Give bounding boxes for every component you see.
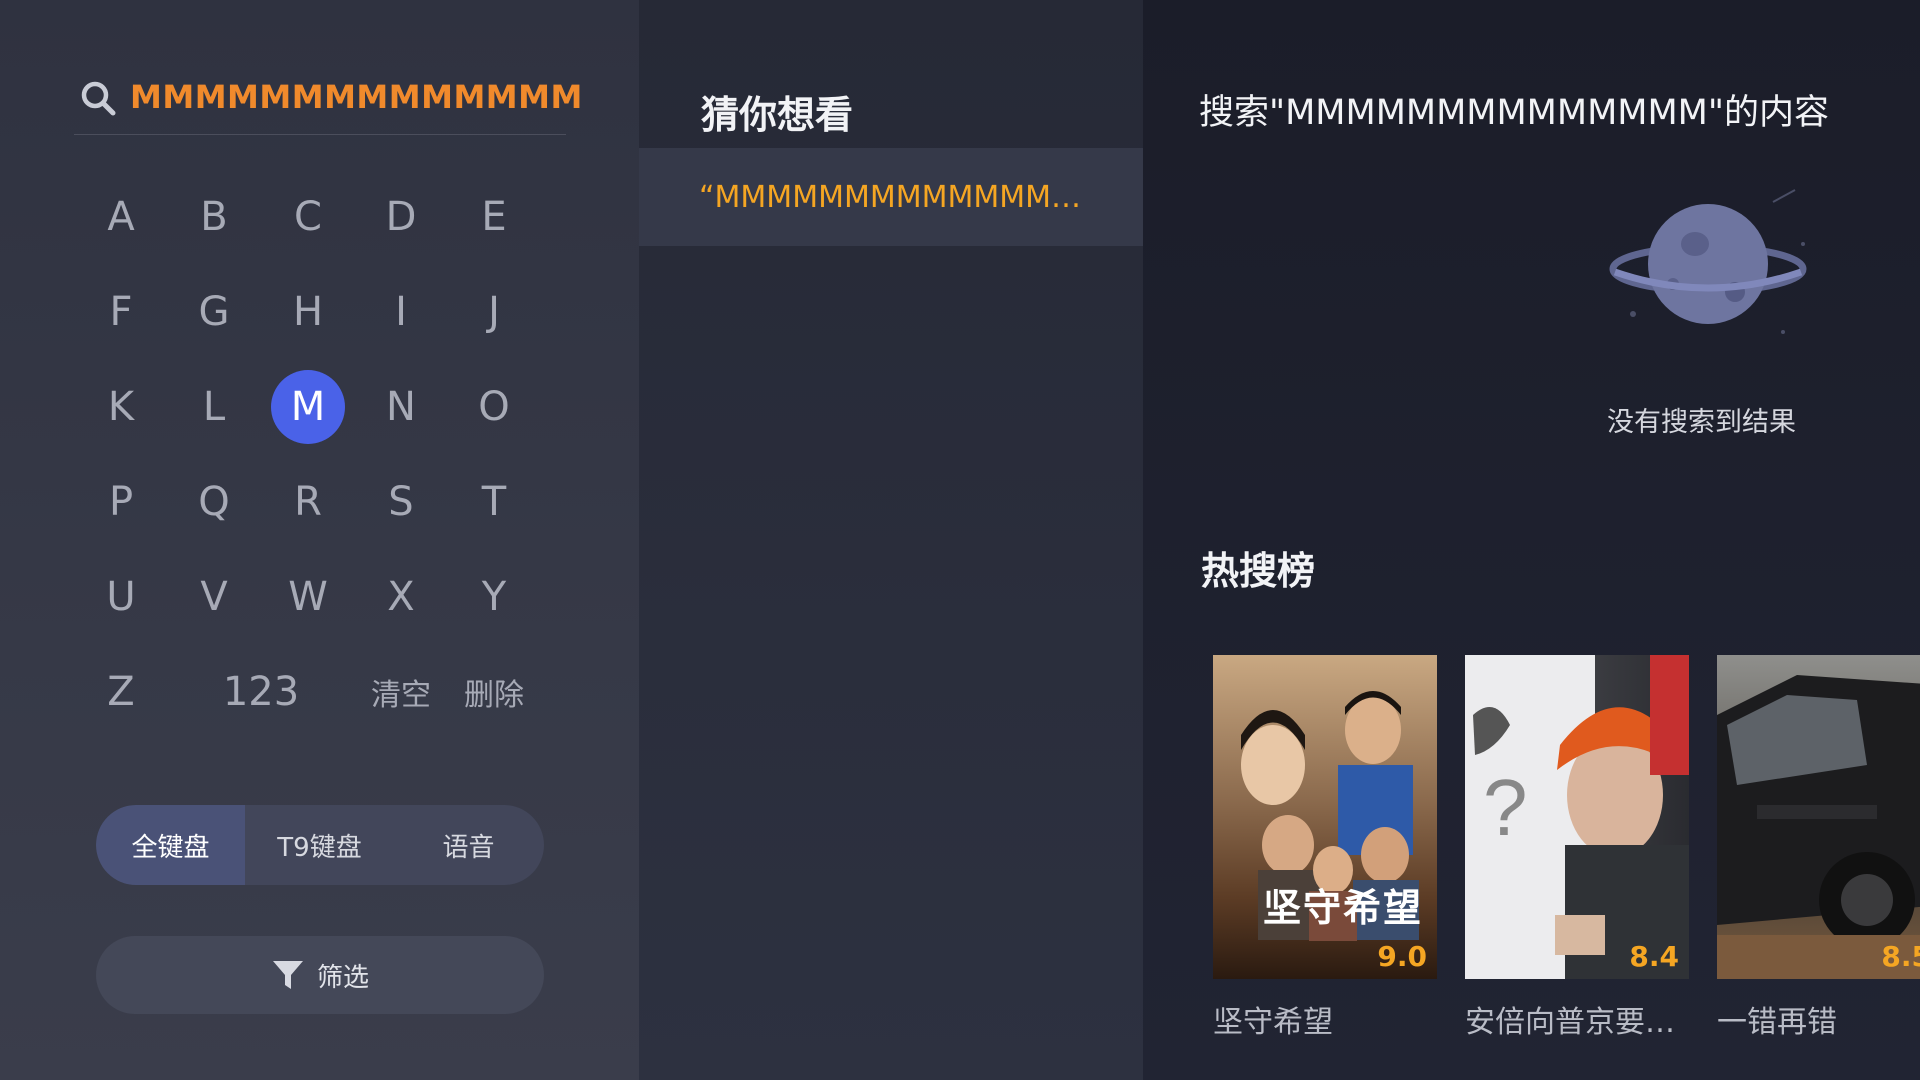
voice-tab[interactable]: 语音 bbox=[394, 805, 543, 885]
hot-item-card[interactable]: 坚守希望 9.0 坚守希望 bbox=[1213, 655, 1437, 1041]
key-m-selected[interactable]: M bbox=[271, 370, 345, 444]
key-c[interactable]: C bbox=[271, 180, 345, 254]
poster-image: 坚守希望 9.0 bbox=[1213, 655, 1437, 979]
search-box[interactable]: MMMMMMMMMMMMMM bbox=[74, 62, 582, 135]
card-title: 坚守希望 bbox=[1213, 1005, 1333, 1040]
key-row: P Q R S T bbox=[74, 465, 544, 560]
key-row: A B C D E bbox=[74, 180, 544, 275]
clear-button[interactable]: 清空 bbox=[364, 655, 438, 729]
svg-text:?: ? bbox=[1483, 763, 1528, 852]
key-a[interactable]: A bbox=[84, 180, 158, 254]
key-f[interactable]: F bbox=[84, 275, 158, 349]
poster-image: ? 8.4 bbox=[1465, 655, 1689, 979]
search-icon bbox=[81, 81, 116, 116]
key-l[interactable]: L bbox=[177, 370, 251, 444]
planet-icon bbox=[1609, 189, 1807, 334]
poster-image: 8.5 bbox=[1717, 655, 1920, 979]
key-row: Z 123 清空 删除 bbox=[74, 655, 544, 750]
key-o[interactable]: O bbox=[457, 370, 531, 444]
key-k[interactable]: K bbox=[84, 370, 158, 444]
key-h[interactable]: H bbox=[271, 275, 345, 349]
key-g[interactable]: G bbox=[177, 275, 251, 349]
letter-keyboard: A B C D E F G H I J K L M N O P Q R S T bbox=[74, 180, 544, 750]
card-title: 安倍向普京要… bbox=[1465, 1005, 1675, 1040]
key-s[interactable]: S bbox=[364, 465, 438, 539]
key-e[interactable]: E bbox=[457, 180, 531, 254]
hot-search-title: 热搜榜 bbox=[1201, 549, 1316, 593]
results-title: 搜索"MMMMMMMMMMMMMM"的内容 bbox=[1199, 93, 1829, 133]
suggestion-panel: 猜你想看 “MMMMMMMMMMMMMM… bbox=[639, 0, 1143, 1080]
key-i[interactable]: I bbox=[364, 275, 438, 349]
full-keyboard-tab[interactable]: 全键盘 bbox=[96, 805, 245, 885]
rating-badge: 8.5 bbox=[1881, 940, 1920, 973]
filter-label: 筛选 bbox=[316, 962, 369, 993]
suggestion-text: “MMMMMMMMMMMMMM… bbox=[699, 179, 1099, 215]
key-u[interactable]: U bbox=[84, 560, 158, 634]
filter-icon bbox=[272, 961, 303, 989]
t9-keyboard-tab[interactable]: T9键盘 bbox=[245, 805, 394, 885]
rating-badge: 8.4 bbox=[1629, 940, 1679, 973]
poster-title-text: 坚守希望 bbox=[1263, 885, 1424, 930]
key-r[interactable]: R bbox=[271, 465, 345, 539]
empty-result-text: 没有搜索到结果 bbox=[1607, 407, 1796, 438]
suggestion-item[interactable]: “MMMMMMMMMMMMMM… bbox=[639, 148, 1143, 246]
delete-button[interactable]: 删除 bbox=[457, 655, 531, 729]
key-w[interactable]: W bbox=[271, 560, 345, 634]
key-v[interactable]: V bbox=[177, 560, 251, 634]
key-q[interactable]: Q bbox=[177, 465, 251, 539]
key-z[interactable]: Z bbox=[84, 655, 158, 729]
suggestion-title: 猜你想看 bbox=[701, 93, 854, 137]
key-y[interactable]: Y bbox=[457, 560, 531, 634]
numeric-key[interactable]: 123 bbox=[191, 655, 331, 729]
rating-badge: 9.0 bbox=[1377, 940, 1427, 973]
key-t[interactable]: T bbox=[457, 465, 531, 539]
key-row: K L M N O bbox=[74, 370, 544, 465]
key-row: U V W X Y bbox=[74, 560, 544, 655]
key-x[interactable]: X bbox=[364, 560, 438, 634]
filter-button[interactable]: 筛选 bbox=[96, 936, 544, 1014]
hot-item-card[interactable]: 8.5 一错再错 bbox=[1717, 655, 1920, 1041]
key-p[interactable]: P bbox=[84, 465, 158, 539]
hot-item-card[interactable]: ? 8.4 安倍向普京要… bbox=[1465, 655, 1689, 1041]
keyboard-mode-switch: 全键盘 T9键盘 语音 bbox=[96, 805, 544, 885]
search-query: MMMMMMMMMMMMMM bbox=[130, 78, 583, 116]
card-title: 一错再错 bbox=[1717, 1005, 1837, 1040]
results-panel: 搜索"MMMMMMMMMMMMMM"的内容 没有搜索到结果 热搜榜 坚守希望 9… bbox=[1143, 0, 1920, 1080]
keyboard-panel: MMMMMMMMMMMMMM A B C D E F G H I J K L M… bbox=[0, 0, 639, 1080]
key-row: F G H I J bbox=[74, 275, 544, 370]
key-d[interactable]: D bbox=[364, 180, 438, 254]
key-n[interactable]: N bbox=[364, 370, 438, 444]
key-b[interactable]: B bbox=[177, 180, 251, 254]
key-j[interactable]: J bbox=[457, 275, 531, 349]
